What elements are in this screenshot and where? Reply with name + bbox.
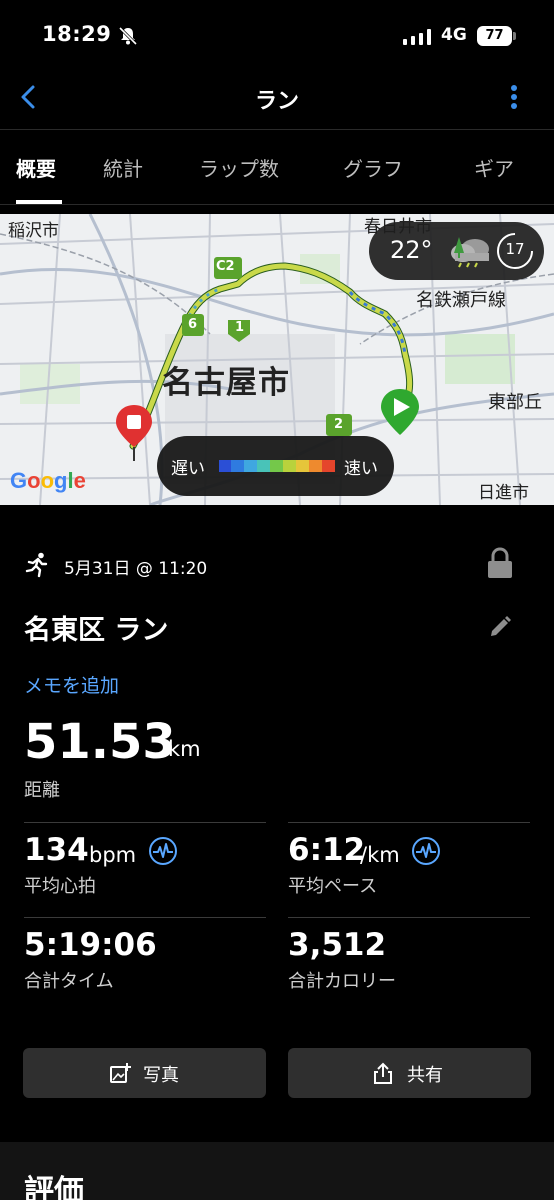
signal-icon: [403, 29, 431, 45]
more-vertical-icon[interactable]: [505, 82, 523, 112]
tab-laps[interactable]: ラップ数: [199, 153, 279, 182]
tab-graph[interactable]: グラフ: [343, 153, 403, 182]
legend-fast-label: 速い: [344, 459, 378, 479]
distance-unit: km: [168, 737, 201, 761]
add-memo-link[interactable]: メモを追加: [24, 671, 119, 698]
rating-section: 評価: [0, 1142, 554, 1200]
network-label: 4G: [441, 25, 467, 45]
pace-value: 6:12: [288, 832, 366, 868]
activity-title: 名東区 ラン: [24, 615, 169, 646]
status-time: 18:29: [42, 22, 112, 46]
page-title: ラン: [254, 89, 299, 114]
map-label-inazawa: 稲沢市: [8, 221, 59, 241]
map-label-nisshin: 日進市: [478, 483, 529, 503]
map-label-meitetsu-seto: 名鉄瀬戸線: [416, 290, 506, 311]
tab-stats[interactable]: 統計: [103, 153, 143, 182]
add-photo-label: 写真: [143, 1065, 179, 1086]
pace-gradient-bar: [219, 460, 335, 472]
route-map[interactable]: 稲沢市 春日井市 名鉄瀬戸線 名古屋市 東部丘 日進市 C2 6 1 2 22°: [0, 214, 554, 505]
divider: [288, 917, 530, 918]
add-photo-icon: [110, 1063, 131, 1083]
heart-rate-unit: bpm: [89, 843, 137, 867]
cloud-rain-icon: [451, 237, 489, 268]
route-badge-2: 2: [334, 417, 344, 432]
add-photo-button[interactable]: 写真: [23, 1048, 266, 1098]
divider: [288, 822, 530, 823]
pace-label: 平均ペース: [288, 876, 378, 897]
route-badge-6: 6: [188, 317, 198, 332]
weather-temp: 22°: [390, 236, 433, 264]
calories-label: 合計カロリー: [288, 971, 396, 992]
distance-label: 距離: [24, 780, 60, 801]
status-bar: 18:29 4G 77: [0, 0, 554, 70]
running-icon: [25, 552, 48, 578]
distance-value: 51.53: [24, 714, 176, 770]
map-label-nagoya: 名古屋市: [162, 365, 290, 401]
map-label-tobuokyu: 東部丘: [488, 392, 542, 413]
pace-unit: /km: [360, 843, 400, 867]
route-badge-1: 1: [235, 320, 245, 335]
total-time-label: 合計タイム: [24, 971, 114, 992]
battery-level: 77: [477, 26, 512, 46]
divider: [24, 917, 266, 918]
pace-legend: 遅い 速い: [157, 436, 394, 496]
lock-icon[interactable]: [487, 547, 513, 579]
battery-tip: [513, 32, 516, 40]
rating-title: 評価: [24, 1174, 84, 1200]
share-label: 共有: [407, 1065, 443, 1086]
heart-rate-value: 134: [24, 832, 89, 868]
nav-bar: ラン: [0, 70, 554, 130]
battery-indicator: 77: [477, 26, 517, 46]
legend-slow-label: 遅い: [171, 459, 205, 479]
calories-value: 3,512: [288, 927, 387, 963]
google-logo: Google: [10, 468, 86, 493]
start-marker-icon[interactable]: [379, 387, 421, 441]
route-badge-c2: C2: [216, 259, 235, 274]
activity-date: 5月31日 @ 11:20: [64, 559, 208, 579]
tab-gear[interactable]: ギア: [474, 153, 514, 182]
end-marker-icon[interactable]: [114, 403, 154, 463]
tab-overview[interactable]: 概要: [16, 153, 56, 182]
timer-value: 17: [505, 240, 525, 258]
heart-rate-chart-icon[interactable]: [148, 836, 178, 866]
pace-chart-icon[interactable]: [411, 836, 441, 866]
tab-bar: 概要 統計 ラップ数 グラフ ギア: [0, 131, 554, 205]
bell-muted-icon: [118, 26, 138, 46]
share-icon: [374, 1062, 392, 1084]
share-button[interactable]: 共有: [288, 1048, 531, 1098]
divider: [24, 822, 266, 823]
heart-rate-label: 平均心拍: [24, 876, 96, 897]
weather-badge[interactable]: 22° 17: [369, 222, 544, 280]
tab-active-indicator: [16, 200, 62, 204]
edit-pencil-icon[interactable]: [487, 614, 513, 640]
total-time-value: 5:19:06: [24, 927, 157, 963]
